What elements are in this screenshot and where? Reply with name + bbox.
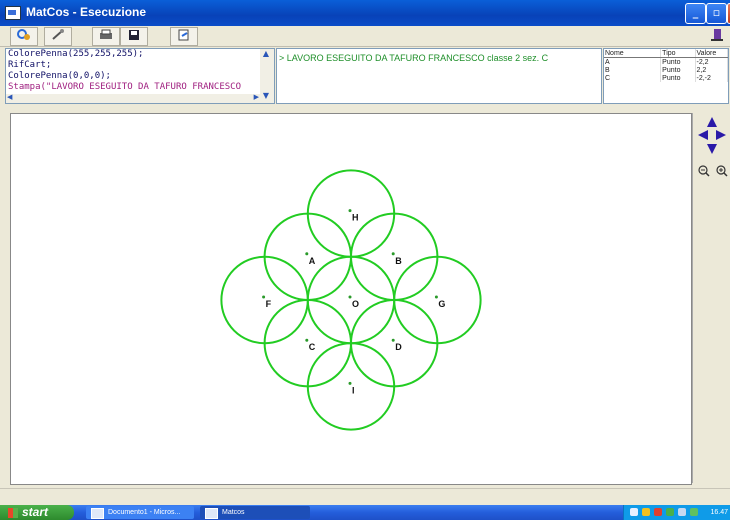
- variables-table[interactable]: Nome Tipo Valore A Punto -2,2 B Punto 2,…: [603, 48, 729, 104]
- status-bar: [0, 488, 730, 502]
- title-bar: MatCos - Esecuzione _ ▫: [0, 0, 730, 26]
- right-arrow-icon[interactable]: [716, 130, 726, 140]
- circle-b: [350, 212, 439, 302]
- geometry-plot: H A B F O G C D I: [220, 169, 482, 431]
- point-label-i: I: [352, 385, 355, 395]
- table-row[interactable]: C Punto -2,-2: [604, 74, 728, 82]
- tools-icon: [52, 29, 64, 40]
- taskbar-item-label: Matcos: [222, 509, 245, 516]
- volume-icon[interactable]: [678, 508, 686, 516]
- windows-logo-icon: [8, 507, 18, 518]
- system-tray: 16.47: [623, 505, 730, 520]
- down-arrow-icon[interactable]: [707, 144, 717, 154]
- clock: 16.47: [710, 509, 728, 516]
- start-button[interactable]: start: [0, 505, 74, 520]
- table-header-row: Nome Tipo Valore: [604, 49, 728, 58]
- cell-name: B: [604, 66, 662, 74]
- cell-value: 2,2: [695, 66, 728, 74]
- column-header-valore[interactable]: Valore: [695, 49, 728, 58]
- point-label-c: C: [309, 342, 316, 352]
- battery-icon[interactable]: [690, 508, 698, 516]
- taskbar-item-matcos[interactable]: Matcos: [200, 506, 310, 519]
- maximize-button[interactable]: ▫: [706, 3, 727, 24]
- point-label-o: O: [352, 299, 359, 309]
- exit-icon: [711, 29, 723, 41]
- cell-type: Punto: [660, 57, 696, 66]
- run-icon: [17, 29, 30, 40]
- zoom-out-icon[interactable]: [698, 165, 710, 177]
- scroll-right-icon[interactable]: ▶: [254, 93, 259, 101]
- output-text: > LAVORO ESEGUITO DA TAFURO FRANCESCO cl…: [279, 53, 549, 63]
- code-line: Stampa("LAVORO ESEGUITO DA TAFURO FRANCE…: [8, 82, 241, 92]
- cell-type: Punto: [660, 66, 696, 74]
- code-line: ColorePenna(255,255,255);: [8, 49, 144, 59]
- up-arrow-icon[interactable]: [707, 117, 717, 127]
- save-button[interactable]: [120, 27, 148, 46]
- exit-button[interactable]: [708, 27, 726, 44]
- code-line: ColorePenna(0,0,0);: [8, 71, 111, 81]
- code-line: RifCart;: [8, 60, 52, 70]
- zoom-in-icon[interactable]: [716, 165, 728, 177]
- scroll-up-icon[interactable]: ▲: [260, 49, 272, 59]
- matcos-app-icon: [205, 508, 218, 519]
- print-button[interactable]: [92, 27, 120, 46]
- circle-h: [306, 169, 396, 258]
- point-label-a: A: [309, 256, 316, 266]
- cell-value: -2,-2: [695, 74, 728, 82]
- minimize-button[interactable]: _: [685, 3, 706, 24]
- column-header-nome[interactable]: Nome: [604, 49, 662, 58]
- cell-type: Punto: [660, 74, 696, 82]
- window-title: MatCos - Esecuzione: [26, 5, 147, 19]
- cell-name: A: [604, 57, 662, 66]
- circle-i: [306, 342, 396, 431]
- cell-name: C: [604, 74, 662, 82]
- update-icon[interactable]: [666, 508, 674, 516]
- table-row[interactable]: B Punto 2,2: [604, 66, 728, 74]
- circle-o: [306, 255, 396, 345]
- circle-d: [350, 299, 439, 388]
- drawing-canvas[interactable]: H A B F O G C D I: [10, 113, 692, 485]
- horizontal-scrollbar[interactable]: ◀ ▶: [6, 93, 260, 103]
- code-editor[interactable]: ColorePenna(255,255,255); RifCart; Color…: [5, 48, 275, 104]
- start-label: start: [22, 505, 49, 519]
- column-header-tipo[interactable]: Tipo: [660, 49, 696, 58]
- left-arrow-icon[interactable]: [698, 130, 708, 140]
- app-icon: [5, 6, 21, 20]
- point-label-d: D: [395, 342, 402, 352]
- point-label-g: G: [438, 299, 445, 309]
- toolbar: [0, 26, 730, 47]
- scroll-down-icon[interactable]: ▼: [260, 91, 272, 101]
- point-label-f: F: [266, 299, 272, 309]
- tools-button[interactable]: [44, 27, 72, 46]
- network-icon[interactable]: [630, 508, 638, 516]
- taskbar-item-label: Documento1 - Micros...: [108, 509, 181, 516]
- circle-c: [263, 299, 352, 388]
- table-row[interactable]: A Punto -2,2: [604, 57, 728, 66]
- circle-a: [263, 212, 352, 302]
- alert-icon[interactable]: [654, 508, 662, 516]
- point-label-h: H: [352, 213, 359, 223]
- scroll-left-icon[interactable]: ◀: [7, 93, 12, 101]
- export-icon: [178, 29, 189, 41]
- navigation-panel: [692, 113, 730, 483]
- point-label-b: B: [395, 256, 402, 266]
- circle-g: [393, 255, 482, 345]
- circle-f: [220, 255, 309, 345]
- navigation-arrows: [698, 117, 728, 177]
- cell-value: -2,2: [695, 57, 728, 66]
- export-button[interactable]: [170, 27, 198, 46]
- security-icon[interactable]: [642, 508, 650, 516]
- word-document-icon: [91, 508, 104, 519]
- run-button[interactable]: [10, 27, 38, 46]
- taskbar-item-document[interactable]: Documento1 - Micros...: [86, 506, 194, 519]
- output-panel: > LAVORO ESEGUITO DA TAFURO FRANCESCO cl…: [276, 48, 602, 104]
- vertical-scrollbar[interactable]: ▲ ▼: [260, 49, 274, 103]
- print-icon: [100, 29, 112, 39]
- taskbar: start Documento1 - Micros... Matcos 16.4…: [0, 505, 730, 520]
- save-icon: [129, 30, 139, 40]
